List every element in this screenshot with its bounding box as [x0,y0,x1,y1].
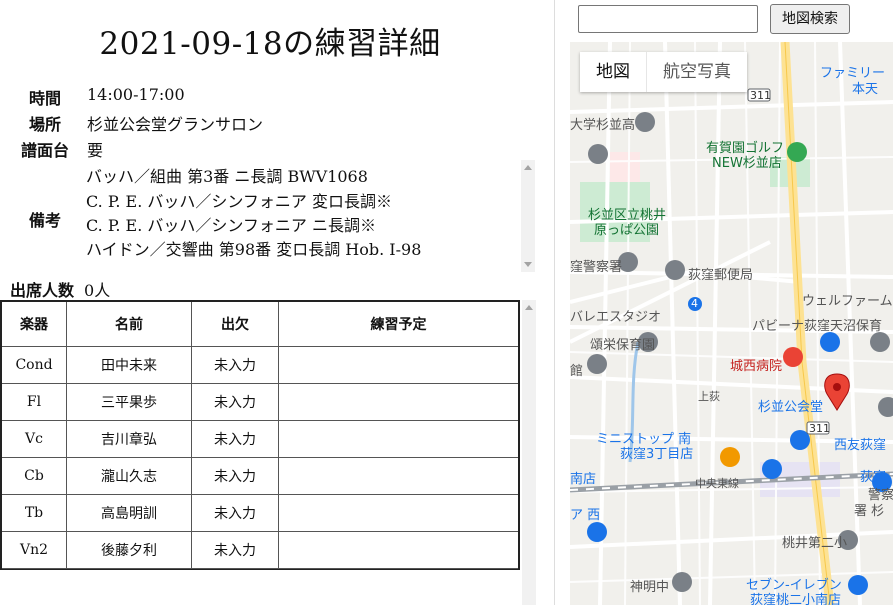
map-label[interactable]: 桃井第二小 [782,532,847,551]
instrument-cell: Tb [2,494,67,532]
name-cell: 三平果歩 [66,383,192,421]
notes-label: 備考 [28,211,61,230]
map-label: 上荻 [698,390,720,403]
attendance-cell[interactable]: 未入力 [191,494,279,532]
map-label[interactable]: 大学杉並高 [570,114,635,133]
map-label[interactable]: 館 [570,360,583,379]
map-label[interactable]: 杉並公会堂 [758,396,823,415]
header-attendance: 出欠 [191,302,279,347]
attendance-cell[interactable]: 未入力 [191,346,279,384]
table-row: Vc 吉川章弘 未入力 [2,420,518,458]
map-search-input[interactable] [578,5,758,33]
map-search-button[interactable]: 地図検索 [770,4,850,34]
table-scrollbar[interactable] [522,300,536,605]
scroll-down-arrow-icon[interactable] [524,262,532,267]
map-label[interactable]: 荻窪郵便局 [688,264,753,283]
header-name: 名前 [66,302,192,347]
map-label[interactable]: 本天 [852,78,878,97]
instrument-cell: Vc [2,420,67,458]
notes-textarea[interactable]: バッハ／組曲 第3番 ニ長調 BWV1068 C. P. E. バッハ／シンフォ… [86,160,536,272]
map-label[interactable]: NEW杉並店 [712,152,782,171]
satellite-type-button[interactable]: 航空写真 [647,52,747,92]
time-label: 時間 [28,89,61,108]
map-label[interactable]: 署 杉 [854,500,884,519]
attendance-cell[interactable]: 未入力 [191,531,279,569]
panel-divider[interactable] [540,0,555,605]
map-label[interactable]: 頌栄保育園 [590,334,655,353]
plan-cell[interactable] [278,531,518,569]
instrument-cell: Cb [2,457,67,495]
name-cell: 後藤夕利 [66,531,192,569]
plan-cell[interactable] [278,383,518,421]
name-cell: 瀧山久志 [66,457,192,495]
plan-cell[interactable] [278,457,518,495]
plan-cell[interactable] [278,346,518,384]
notes-scrollbar[interactable] [521,160,535,272]
place-value: 杉並公会堂グランサロン [87,115,264,134]
google-map[interactable]: 地図 航空写真 ファミリー 本天 大学杉並高 有賀園ゴルフ NEW杉並店 杉並区… [570,42,893,605]
map-label[interactable]: ア 西 [570,504,600,523]
map-type-control: 地図 航空写真 [580,52,747,92]
instrument-cell: Cond [2,346,67,384]
place-label: 場所 [28,115,61,134]
route-sign: 311 [809,422,830,435]
attendance-cell[interactable]: 未入力 [191,457,279,495]
page-title: 2021-09-18の練習詳細 [99,26,441,62]
stand-label: 譜面台 [20,141,69,160]
map-label[interactable]: 荻窪 [860,466,886,485]
map-label[interactable]: 荻窪桃二小南店 [750,589,841,605]
map-label[interactable]: ウェルファーム [802,290,893,309]
map-label[interactable]: 城西病院 [730,355,782,374]
notes-line: C. P. E. バッハ／シンフォニア ニ長調※ [86,216,376,235]
instrument-cell: Fl [2,383,67,421]
header-plan: 練習予定 [278,302,518,347]
route-sign: 4 [691,297,698,310]
notes-line: C. P. E. バッハ／シンフォニア 変ロ長調※ [86,192,392,211]
instrument-cell: Vn2 [2,531,67,569]
table-row: Cond 田中未来 未入力 [2,346,518,384]
plan-cell[interactable] [278,420,518,458]
name-cell: 高島明訓 [66,494,192,532]
attendance-row: 出席人数 0人 [10,277,110,301]
map-label[interactable]: バレエスタジオ [570,306,661,325]
table-row: Cb 瀧山久志 未入力 [2,457,518,495]
map-label[interactable]: 西友荻窪 [834,434,886,453]
map-label[interactable]: 荻窪3丁目店 [620,443,693,462]
attendance-cell[interactable]: 未入力 [191,420,279,458]
name-cell: 吉川章弘 [66,420,192,458]
table-row: Vn2 後藤夕利 未入力 [2,531,518,569]
map-label[interactable]: パビーナ荻窪天沼保育 [752,315,882,334]
notes-line: ハイドン／交響曲 第98番 変ロ長調 Hob. I-98 [86,240,422,259]
stand-value: 要 [87,141,104,160]
time-value: 14:00-17:00 [87,85,185,104]
table-header-row: 楽器 名前 出欠 練習予定 [2,302,518,347]
notes-line: バッハ／組曲 第3番 ニ長調 BWV1068 [86,167,368,186]
scroll-up-arrow-icon[interactable] [524,165,532,170]
map-label[interactable]: 神明中 [630,576,669,595]
map-label[interactable]: 原っぱ公園 [594,219,659,238]
plan-cell[interactable] [278,494,518,532]
attendance-label: 出席人数 [10,281,75,300]
header-instrument: 楽器 [2,302,67,347]
map-type-button[interactable]: 地図 [580,52,646,92]
name-cell: 田中未来 [66,346,192,384]
map-panel: 地図検索 地図 航空写真 ファミリー 本天 大学杉並高 有賀園ゴルフ NEW杉並… [555,0,893,605]
map-label: 中央東線 [695,477,739,490]
scroll-up-arrow-icon[interactable] [525,305,533,310]
map-label[interactable]: 窪警察署 [570,256,622,275]
map-label[interactable]: 南店 [570,468,596,487]
attendance-cell[interactable]: 未入力 [191,383,279,421]
members-table: 楽器 名前 出欠 練習予定 Cond 田中未来 未入力 Fl 三平果歩 未入力 … [0,300,520,570]
attendance-value: 0人 [84,281,111,300]
practice-detail-panel: 2021-09-18の練習詳細 時間 14:00-17:00 場所 杉並公会堂グ… [0,0,540,605]
table-row: Tb 高島明訓 未入力 [2,494,518,532]
route-sign: 311 [750,89,771,102]
table-row: Fl 三平果歩 未入力 [2,383,518,421]
